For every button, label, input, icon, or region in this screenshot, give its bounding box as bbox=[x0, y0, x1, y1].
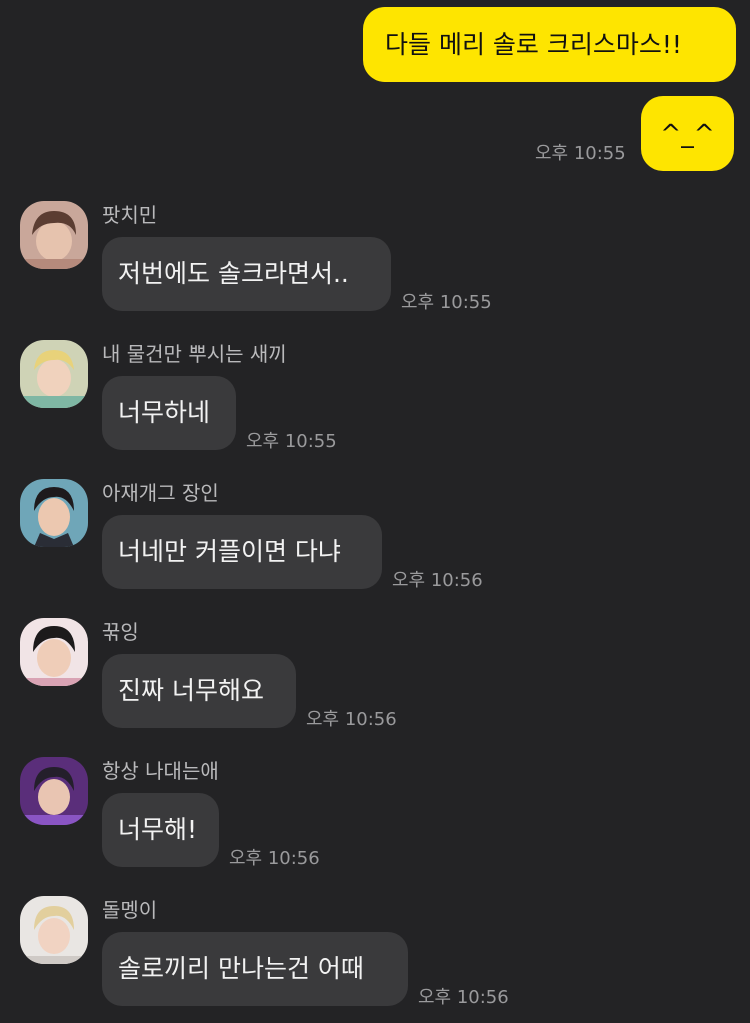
incoming-message[interactable]: 솔로끼리 만나는건 어때 bbox=[102, 932, 408, 1006]
profile-avatar[interactable] bbox=[20, 618, 88, 686]
profile-photo-icon bbox=[20, 757, 88, 825]
message-timestamp: 오후 10:56 bbox=[418, 987, 509, 1008]
profile-avatar[interactable] bbox=[20, 896, 88, 964]
incoming-message[interactable]: 저번에도 솔크라면서.. bbox=[102, 237, 391, 311]
message-text: 진짜 너무해요 bbox=[118, 676, 264, 705]
message-timestamp: 오후 10:56 bbox=[306, 709, 397, 730]
profile-avatar[interactable] bbox=[20, 479, 88, 547]
profile-photo-icon bbox=[20, 618, 88, 686]
message-timestamp: 오후 10:55 bbox=[535, 143, 626, 164]
incoming-message[interactable]: 너네만 커플이면 다냐 bbox=[102, 515, 382, 589]
message-timestamp: 오후 10:56 bbox=[392, 570, 483, 591]
message-timestamp: 오후 10:55 bbox=[246, 431, 337, 452]
message-text: 너무하네 bbox=[118, 398, 211, 427]
sender-name: 내 물건만 뿌시는 새끼 bbox=[102, 342, 287, 366]
message-text: ^_^ bbox=[660, 118, 715, 148]
incoming-message[interactable]: 너무해! bbox=[102, 793, 219, 867]
profile-photo-icon bbox=[20, 896, 88, 964]
sender-name: 팟치민 bbox=[102, 203, 158, 227]
profile-photo-icon bbox=[20, 340, 88, 408]
message-text: 저번에도 솔크라면서.. bbox=[118, 259, 349, 288]
sender-name: 아재개그 장인 bbox=[102, 481, 219, 505]
chat-room: 다들 메리 솔로 크리스마스!! ^_^ 오후 10:55 팟치민 저번에도 솔… bbox=[0, 0, 750, 1023]
sender-name: 돌멩이 bbox=[102, 898, 158, 922]
message-timestamp: 오후 10:55 bbox=[401, 292, 492, 313]
message-text: 너네만 커플이면 다냐 bbox=[118, 537, 341, 566]
profile-photo-icon bbox=[20, 479, 88, 547]
sender-name: 항상 나대는애 bbox=[102, 759, 219, 783]
profile-photo-icon bbox=[20, 201, 88, 269]
profile-avatar[interactable] bbox=[20, 757, 88, 825]
message-timestamp: 오후 10:56 bbox=[229, 848, 320, 869]
message-text: 솔로끼리 만나는건 어때 bbox=[118, 954, 364, 983]
message-text: 다들 메리 솔로 크리스마스!! bbox=[385, 29, 682, 59]
outgoing-message[interactable]: 다들 메리 솔로 크리스마스!! bbox=[363, 7, 736, 82]
profile-avatar[interactable] bbox=[20, 201, 88, 269]
sender-name: 꾺잉 bbox=[102, 620, 139, 644]
incoming-message[interactable]: 진짜 너무해요 bbox=[102, 654, 296, 728]
incoming-message[interactable]: 너무하네 bbox=[102, 376, 236, 450]
profile-avatar[interactable] bbox=[20, 340, 88, 408]
outgoing-message[interactable]: ^_^ bbox=[641, 96, 734, 171]
message-text: 너무해! bbox=[118, 815, 198, 844]
